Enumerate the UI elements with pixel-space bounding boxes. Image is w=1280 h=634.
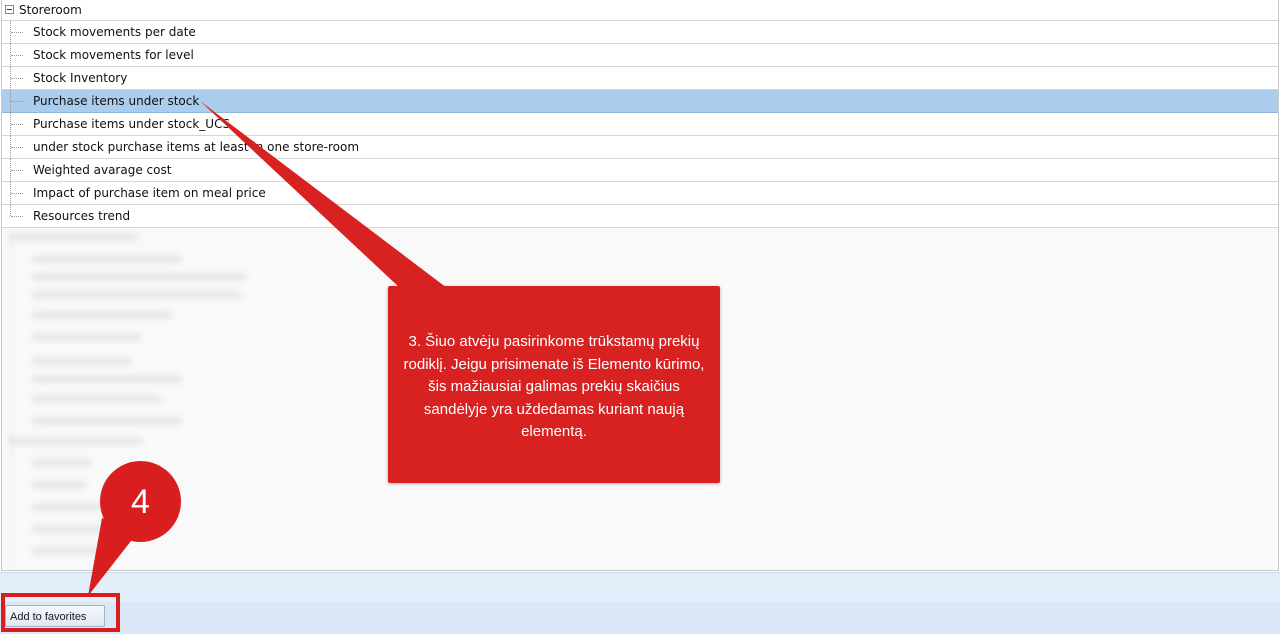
tree-item[interactable]: Stock Inventory: [2, 67, 1278, 90]
tree-item-label: Stock Inventory: [33, 71, 128, 85]
collapse-icon[interactable]: [5, 5, 14, 14]
tree-item[interactable]: under stock purchase items at least in o…: [2, 136, 1278, 159]
tree-item-label: Stock movements for level: [33, 48, 194, 62]
tree-item-label: Weighted avarage cost: [33, 163, 172, 177]
tree-item[interactable]: Impact of purchase item on meal price: [2, 182, 1278, 205]
instruction-callout: 3. Šiuo atvėju pasirinkome trūkstamų pre…: [388, 286, 720, 483]
tree-item-label: Purchase items under stock_UCS: [33, 117, 231, 131]
step-marker: 4: [100, 461, 181, 542]
tree-item-label: Impact of purchase item on meal price: [33, 186, 266, 200]
button-highlight-frame: [1, 593, 120, 632]
tree-item[interactable]: Stock movements per date: [2, 21, 1278, 44]
tree-item-selected[interactable]: Purchase items under stock: [2, 90, 1278, 113]
tree-item-label: Purchase items under stock: [33, 94, 200, 108]
tree-item-label: Stock movements per date: [33, 25, 196, 39]
status-strip: [0, 572, 1280, 602]
tree-item-label: under stock purchase items at least in o…: [33, 140, 360, 154]
step-number: 4: [131, 482, 150, 521]
tree-item[interactable]: Resources trend: [2, 205, 1278, 228]
callout-text: 3. Šiuo atvėju pasirinkome trūkstamų pre…: [403, 333, 705, 440]
tree-node-label: Storeroom: [19, 3, 82, 17]
tree-item[interactable]: Purchase items under stock_UCS: [2, 113, 1278, 136]
bottom-toolbar: [0, 602, 1280, 634]
tree-item-label: Resources trend: [33, 209, 131, 223]
tree-node-storeroom[interactable]: Storeroom: [2, 0, 1278, 21]
tree-item[interactable]: Weighted avarage cost: [2, 159, 1278, 182]
tree-item[interactable]: Stock movements for level: [2, 44, 1278, 67]
